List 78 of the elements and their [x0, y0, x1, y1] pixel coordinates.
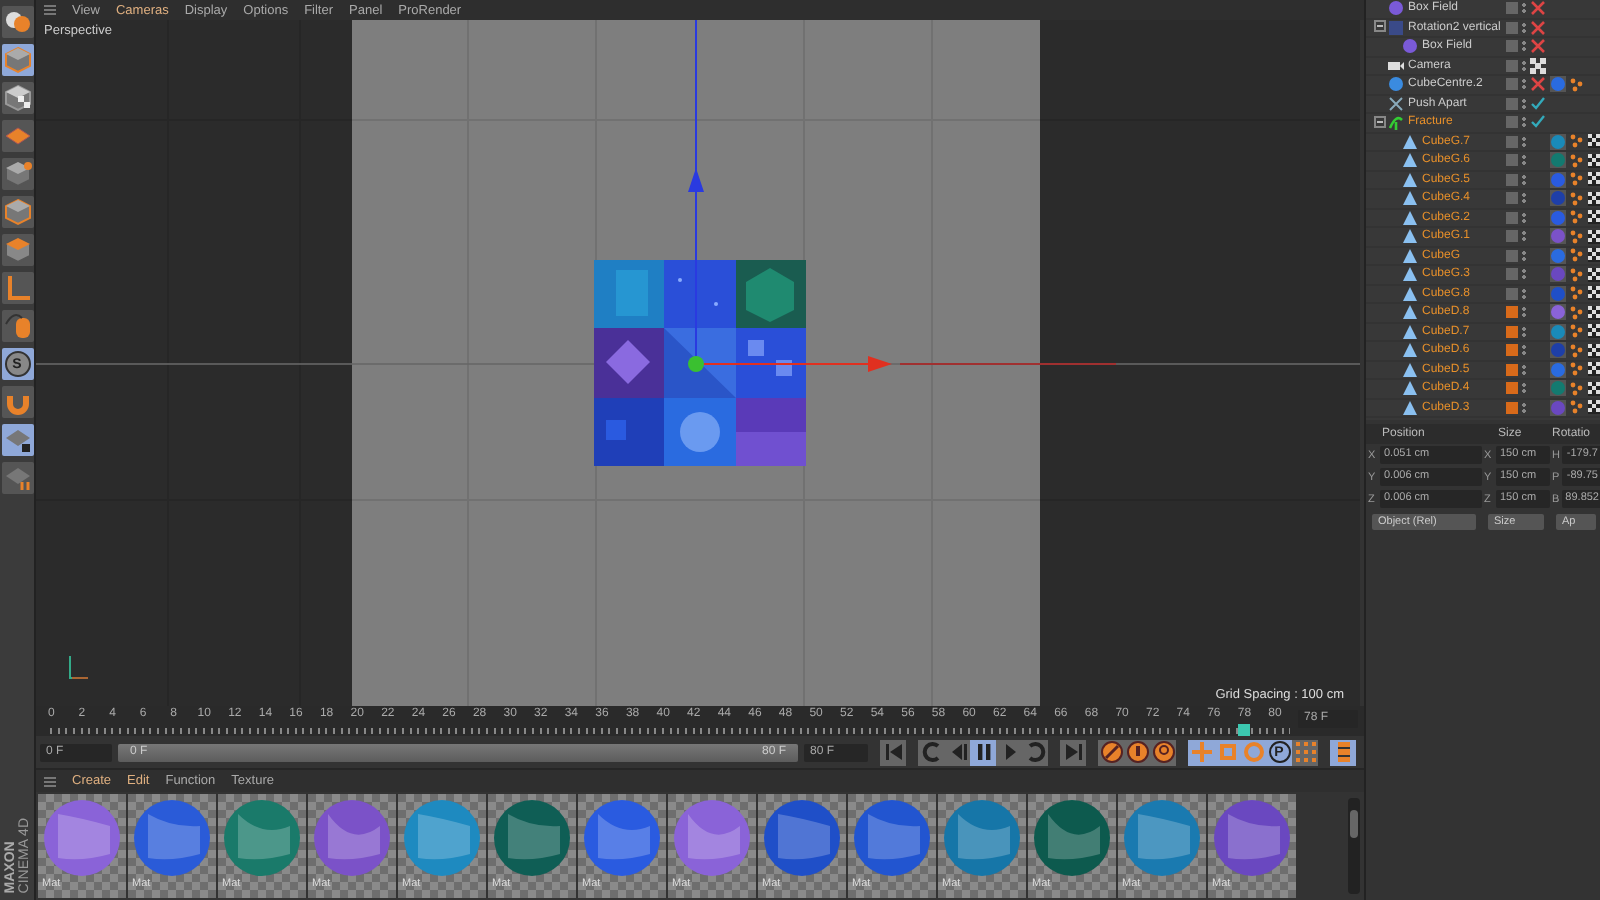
- checker-tag-icon[interactable]: [1588, 267, 1600, 282]
- cube-tool-icon[interactable]: [1, 234, 33, 266]
- film-icon[interactable]: [1330, 739, 1356, 765]
- plane-lock-tool-icon[interactable]: [1, 424, 33, 456]
- material-tag-icon[interactable]: [1550, 304, 1566, 321]
- playhead[interactable]: [1238, 724, 1251, 736]
- prev-frame-icon[interactable]: [944, 739, 970, 765]
- cube-tool-icon[interactable]: [1, 158, 33, 190]
- checker-icon[interactable]: [1530, 57, 1546, 74]
- material-tag-icon[interactable]: [1550, 380, 1566, 397]
- next-key-icon[interactable]: [1022, 739, 1048, 765]
- points-icon[interactable]: [1292, 739, 1318, 765]
- checker-tag-icon[interactable]: [1588, 381, 1600, 396]
- check-icon[interactable]: [1530, 114, 1546, 131]
- dots-tag-icon[interactable]: [1570, 305, 1584, 320]
- cross-icon[interactable]: [1530, 19, 1546, 36]
- cube-tool-icon[interactable]: [1, 44, 33, 76]
- rotate-icon[interactable]: [1240, 739, 1266, 765]
- dots-tag-icon[interactable]: [1570, 267, 1584, 282]
- checker-tag-icon[interactable]: [1588, 172, 1600, 187]
- cube-tool-icon[interactable]: [1, 82, 33, 114]
- pause-icon[interactable]: [970, 739, 996, 765]
- plane-tool-icon[interactable]: [1, 462, 33, 494]
- origin-handle[interactable]: [688, 356, 704, 372]
- checker-tag-icon[interactable]: [1588, 248, 1600, 263]
- checker-tag-icon[interactable]: [1588, 153, 1600, 168]
- mouse-tool-icon[interactable]: [1, 310, 33, 342]
- checker-tag-icon[interactable]: [1588, 400, 1600, 415]
- material-tag-icon[interactable]: [1550, 228, 1566, 245]
- collapse-icon[interactable]: [1374, 20, 1386, 33]
- material-tag-icon[interactable]: [1550, 266, 1566, 283]
- scale-icon[interactable]: [1214, 739, 1240, 765]
- checker-tag-icon[interactable]: [1588, 229, 1600, 244]
- checker-tag-icon[interactable]: [1588, 305, 1600, 320]
- dots-tag-icon[interactable]: [1570, 381, 1584, 396]
- collapse-icon[interactable]: [1374, 115, 1386, 128]
- dots-tag-icon[interactable]: [1570, 248, 1584, 263]
- dots-tag-icon[interactable]: [1570, 229, 1584, 244]
- first-icon[interactable]: [880, 739, 906, 765]
- checker-tag-icon[interactable]: [1588, 210, 1600, 225]
- dots-tag-icon[interactable]: [1570, 77, 1584, 92]
- dots-tag-icon[interactable]: [1570, 210, 1584, 225]
- dots-tag-icon[interactable]: [1570, 286, 1584, 301]
- auto-key-icon[interactable]: [1150, 739, 1176, 765]
- checker-tag-icon[interactable]: [1588, 286, 1600, 301]
- cube-tool-icon[interactable]: [1, 196, 33, 228]
- dots-tag-icon[interactable]: [1570, 400, 1584, 415]
- dots-tag-icon[interactable]: [1570, 153, 1584, 168]
- next-frame-icon[interactable]: [996, 739, 1022, 765]
- undo-tool-icon[interactable]: [1, 6, 33, 38]
- dots-tag-icon[interactable]: [1570, 191, 1584, 206]
- axis-tool-icon[interactable]: [1, 272, 33, 304]
- x-axis-arrow[interactable]: [703, 356, 892, 372]
- dots-tag-icon[interactable]: [1570, 343, 1584, 358]
- magnet-tool-icon[interactable]: [1, 386, 33, 418]
- move-icon[interactable]: [1188, 739, 1214, 765]
- checker-tag-icon[interactable]: [1588, 191, 1600, 206]
- keyframe-icon[interactable]: [1098, 739, 1124, 765]
- scrollbar[interactable]: [1348, 798, 1360, 894]
- grip-icon[interactable]: [44, 4, 56, 16]
- prev-key-icon[interactable]: [918, 739, 944, 765]
- plane-tool-icon[interactable]: [1, 120, 33, 152]
- dots-tag-icon[interactable]: [1570, 172, 1584, 187]
- dots-tag-icon[interactable]: [1570, 324, 1584, 339]
- dots-tag-icon[interactable]: [1570, 134, 1584, 149]
- axis-gizmo-icon: [64, 654, 92, 682]
- record-icon[interactable]: [1124, 739, 1150, 765]
- checker-tag-icon[interactable]: [1588, 343, 1600, 358]
- grip-icon[interactable]: [44, 775, 56, 787]
- checker-tag-icon[interactable]: [1588, 362, 1600, 377]
- last-icon[interactable]: [1060, 739, 1086, 765]
- y-axis-arrow[interactable]: [688, 20, 704, 357]
- dots-tag-icon[interactable]: [1570, 362, 1584, 377]
- checker-tag-icon[interactable]: [1588, 324, 1600, 339]
- checker-tag-icon[interactable]: [1588, 134, 1600, 149]
- cross-icon[interactable]: [1530, 0, 1546, 17]
- check-icon[interactable]: [1530, 95, 1546, 112]
- material-tag-icon[interactable]: [1550, 152, 1566, 169]
